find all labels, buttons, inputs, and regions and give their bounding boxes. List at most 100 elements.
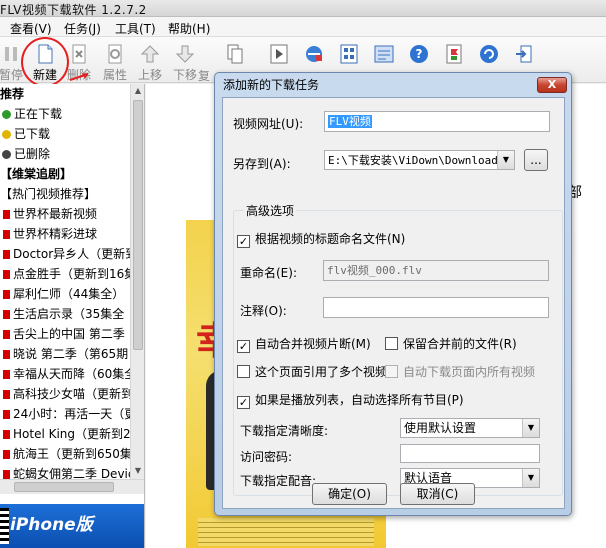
poster-credits [198,518,374,546]
sidebar-item[interactable]: 世界杯精彩进球 [0,224,130,244]
chevron-down-icon[interactable]: ▼ [497,151,514,169]
url-input[interactable]: FLV视频 [324,111,550,132]
video-bullet-icon [3,410,10,419]
properties-label: 属性 [102,68,127,82]
add-task-dialog: 添加新的下载任务 X 视频网址(U): FLV视频 另存到(A): E:\下载安… [214,72,572,516]
rename-by-title-checkbox[interactable]: ✓ 根据视频的标题命名文件(N) [237,230,405,248]
sidebar-vertical-scrollbar[interactable]: ▲ ▼ [130,84,144,494]
note-label: 注释(O): [240,304,287,318]
highlight-circle [21,37,69,87]
dialog-body: 视频网址(U): FLV视频 另存到(A): E:\下载安装\ViDown\Do… [222,97,565,509]
sidebar-horizontal-scrollbar[interactable] [0,479,144,494]
video-bullet-icon [3,470,10,479]
multi-video-checkbox[interactable]: 这个页面引用了多个视频 [237,363,387,380]
banner-text: iPhone版 [10,515,93,535]
save-to-label: 另存到(A): [233,157,291,171]
advanced-options-group: 高级选项 ✓ 根据视频的标题命名文件(N) 重命名(E): flv视频_000.f… [233,202,563,496]
checkbox-unchecked-icon [237,365,250,378]
playlist-auto-checkbox[interactable]: ✓ 如果是播放列表，自动选择所有节目(P) [237,391,464,409]
sidebar-item-downloading[interactable]: 正在下载 [0,104,130,124]
cancel-button[interactable]: 取消(C) [400,483,475,505]
menu-view[interactable]: 查看(V) [10,20,52,37]
video-bullet-icon [3,450,10,459]
arrow-up-icon [140,45,160,63]
svg-text:?: ? [416,47,423,61]
sidebar: 推荐 正在下载 已下载 已删除 【维棠追剧】 【热门视频推荐】 世界杯最新视频 … [0,84,145,548]
window-title: FLV视频下载软件 1.2.7.2 [0,3,147,17]
checkbox-disabled-icon [385,365,398,378]
sidebar-item-label: Hotel King（更新到2 [13,427,130,441]
sidebar-item-label: 世界杯最新视频 [13,207,98,221]
video-bullet-icon [3,230,10,239]
sidebar-item[interactable]: 点金胜手（更新到16集 [0,264,130,284]
advanced-options-title: 高级选项 [244,202,297,219]
sidebar-item-label: 正在下载 [14,107,63,121]
video-bullet-icon [3,390,10,399]
video-bullet-icon [3,250,10,259]
scrollbar-thumb[interactable] [14,482,114,492]
dialog-close-button[interactable]: X [537,77,567,93]
copy-icon [227,44,243,64]
browse-button[interactable]: ... [524,149,548,171]
menu-task[interactable]: 任务(J) [64,20,101,37]
move-down-label: 下移 [172,68,197,82]
sidebar-item-label: 生活启示录（35集全 [13,307,125,321]
downloaded-icon [2,130,11,139]
delete-icon [72,44,86,64]
window-titlebar: FLV视频下载软件 1.2.7.2 [0,0,606,17]
video-bullet-icon [3,210,10,219]
sidebar-item[interactable]: 世界杯最新视频 [0,204,130,224]
note-input[interactable] [323,297,549,318]
sidebar-item[interactable]: 航海王（更新到650集 [0,444,130,464]
sidebar-item-followed-shows[interactable]: 【维棠追剧】 [0,164,130,184]
sidebar-item-deleted[interactable]: 已删除 [0,144,130,164]
scroll-up-icon[interactable]: ▲ [131,84,144,98]
quality-value: 使用默认设置 [404,421,477,435]
scrollbar-thumb[interactable] [133,100,143,350]
dialog-title: 添加新的下载任务 [223,78,320,92]
properties-button[interactable]: 属性 [98,40,132,82]
sidebar-item-label: 24小时：再活一天（更 [13,407,130,421]
checkbox-checked-icon: ✓ [237,340,250,353]
sidebar-item[interactable]: Hotel King（更新到2 [0,424,130,444]
sidebar-item-label: 犀利仁师（44集全） [13,287,125,301]
scroll-down-icon[interactable]: ▼ [131,464,144,478]
sidebar-item-hot-videos[interactable]: 【热门视频推荐】 [0,184,130,204]
sidebar-item[interactable]: 高科技少女喵（更新到 [0,384,130,404]
menu-help[interactable]: 帮助(H) [168,20,210,37]
rename-input[interactable]: flv视频_000.flv [323,260,549,281]
video-bullet-icon [3,330,10,339]
sidebar-item[interactable]: Doctor异乡人（更新到 [0,244,130,264]
quality-select[interactable]: 使用默认设置 ▼ [400,418,540,438]
chevron-down-icon[interactable]: ▼ [522,419,539,437]
save-to-combo[interactable]: E:\下载安装\ViDown\Download\ ▼ [324,150,515,170]
grid-icon [340,44,358,64]
ok-button[interactable]: 确定(O) [312,483,387,505]
password-input[interactable] [400,444,540,463]
chevron-down-icon[interactable]: ▼ [522,469,539,487]
auto-download-all-checkbox: 自动下载页面内所有视频 [385,363,563,380]
password-label: 访问密码: [240,450,293,464]
sidebar-item[interactable]: 犀利仁师（44集全） [0,284,130,304]
move-down-button[interactable]: 下移 [168,40,202,82]
sidebar-item[interactable]: 生活启示录（35集全 [0,304,130,324]
sidebar-item-downloaded[interactable]: 已下载 [0,124,130,144]
sidebar-item[interactable]: 晓说 第二季（第65期 [0,344,130,364]
checkbox-unchecked-icon [385,337,398,350]
auto-merge-checkbox[interactable]: ✓ 自动合并视频片断(M) [237,335,371,353]
keep-before-merge-checkbox[interactable]: 保留合并前的文件(R) [385,335,517,352]
iphone-banner[interactable]: iPhone版 [0,504,144,548]
arrow-down-icon [175,45,195,63]
sidebar-item[interactable]: 舌尖上的中国 第二季 [0,324,130,344]
move-up-button[interactable]: 上移 [133,40,167,82]
sidebar-item-label: 晓说 第二季（第65期 [13,347,129,361]
menu-tools[interactable]: 工具(T) [115,20,156,37]
video-bullet-icon [3,350,10,359]
pause-icon [5,47,17,61]
checkbox-label: 这个页面引用了多个视频 [255,365,388,379]
deleted-icon [2,150,11,159]
sidebar-item-label: 舌尖上的中国 第二季 [13,327,125,341]
sidebar-item[interactable]: 24小时：再活一天（更 [0,404,130,424]
sidebar-item[interactable]: 幸福从天而降（60集全 [0,364,130,384]
move-up-label: 上移 [137,68,162,82]
